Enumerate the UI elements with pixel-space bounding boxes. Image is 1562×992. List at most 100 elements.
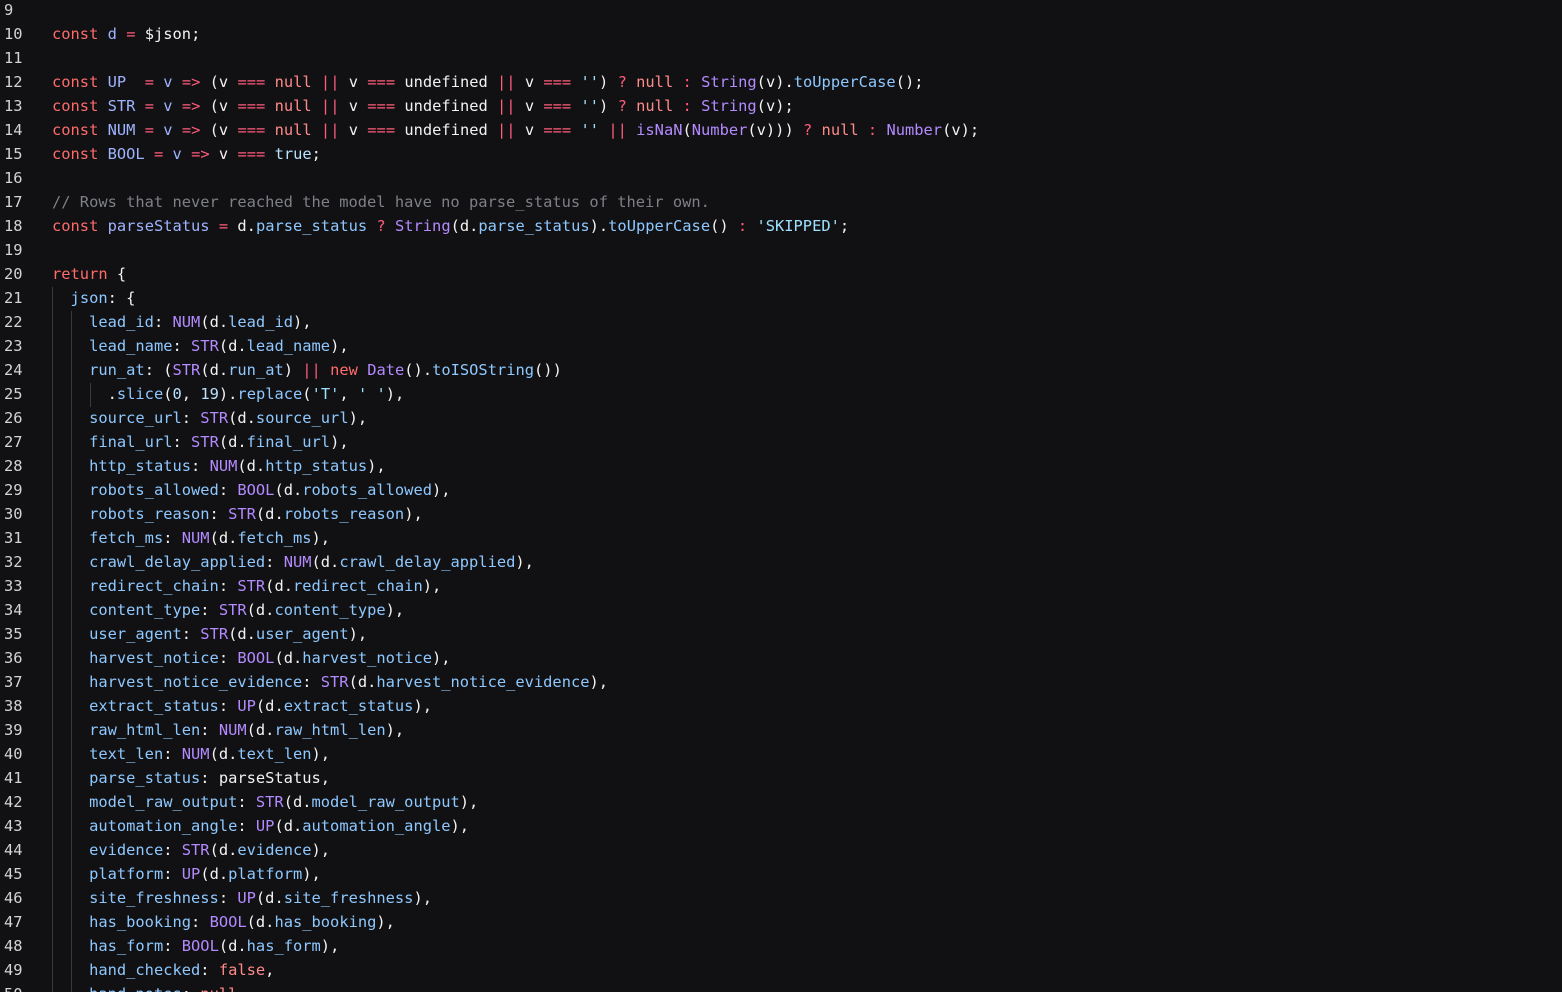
code-token: const xyxy=(52,73,99,91)
code-token: : xyxy=(237,793,256,811)
code-token: : xyxy=(682,73,692,91)
code-token: (d. xyxy=(255,889,284,907)
line-code: text_len: NUM(d.text_len), xyxy=(52,742,330,766)
code-token: : xyxy=(218,649,238,667)
line-code: hand_checked: false, xyxy=(52,958,274,982)
line-code: robots_allowed: BOOL(d.robots_allowed), xyxy=(52,478,450,502)
code-token: lead_id xyxy=(89,313,154,331)
line-code: crawl_delay_applied: NUM(d.crawl_delay_a… xyxy=(52,550,534,574)
code-token: site_freshness xyxy=(283,889,414,907)
code-token: fetch_ms xyxy=(89,529,164,547)
code-token: null xyxy=(636,73,674,91)
code-token: String xyxy=(394,217,451,235)
code-token: || xyxy=(320,97,340,115)
code-token: BOOL xyxy=(107,145,145,163)
code-token: ), xyxy=(348,625,368,643)
code-token: : xyxy=(218,889,238,907)
code-token: parse_status xyxy=(478,217,590,235)
code-token: , xyxy=(265,961,275,979)
code-token: v xyxy=(209,145,238,163)
code-token: Date xyxy=(367,361,405,379)
code-token: (v). xyxy=(756,73,794,91)
code-token: || xyxy=(497,97,516,115)
code-token: (d. xyxy=(274,649,303,667)
line-code: has_booking: BOOL(d.has_booking), xyxy=(52,910,395,934)
code-token: ), xyxy=(413,697,432,715)
line-code: redirect_chain: STR(d.redirect_chain), xyxy=(52,574,441,598)
code-token: ), xyxy=(450,817,470,835)
code-token: === xyxy=(237,73,266,91)
code-token: ), xyxy=(385,601,405,619)
code-token: : xyxy=(181,409,201,427)
code-token: (v))) xyxy=(747,121,803,139)
code-token: : xyxy=(163,937,182,955)
code-token: v xyxy=(172,145,182,163)
code-token: harvest_notice xyxy=(302,649,432,667)
code-token: v xyxy=(515,97,544,115)
code-token: ? xyxy=(802,121,813,139)
code-token: : xyxy=(237,817,256,835)
code-token: (d. xyxy=(274,817,303,835)
code-token: return xyxy=(52,265,108,283)
code-token: NUM xyxy=(283,553,312,571)
line-number: 32 xyxy=(4,553,23,571)
line-number: 34 xyxy=(4,601,23,619)
code-token: STR xyxy=(218,601,247,619)
code-token: (v); xyxy=(942,121,980,139)
code-token: = xyxy=(144,73,154,91)
code-token: UP xyxy=(255,817,275,835)
line-code: content_type: STR(d.content_type), xyxy=(52,598,404,622)
code-token: toISOString xyxy=(432,361,535,379)
code-token: raw_html_len xyxy=(274,721,386,739)
code-token: ), xyxy=(330,337,349,355)
code-token: ). xyxy=(589,217,609,235)
code-token: d xyxy=(107,25,117,43)
code-token: (d. xyxy=(209,745,238,763)
code-token: . xyxy=(52,385,117,403)
code-token: || xyxy=(320,121,340,139)
line-number: 21 xyxy=(4,289,23,307)
line-code: run_at: (STR(d.run_at) || new Date().toI… xyxy=(52,358,562,382)
code-token: hand_checked xyxy=(89,961,201,979)
code-token: ), xyxy=(459,793,479,811)
line-number: 46 xyxy=(4,889,23,907)
code-token: === xyxy=(237,145,266,163)
line-number: 27 xyxy=(4,433,23,451)
code-token: (d. xyxy=(237,457,266,475)
code-token: (d. xyxy=(246,721,275,739)
code-token: run_at xyxy=(89,361,145,379)
code-token: === xyxy=(237,97,266,115)
code-token: STR xyxy=(191,433,219,451)
code-token: lead_name xyxy=(89,337,173,355)
line-number: 10 xyxy=(4,25,23,43)
code-token: extract_status xyxy=(89,697,219,715)
code-token: BOOL xyxy=(181,937,219,955)
code-token: UP xyxy=(107,73,127,91)
code-token: ), xyxy=(293,313,312,331)
code-token: : xyxy=(191,457,210,475)
code-token: 0 xyxy=(172,385,182,403)
code-token: null xyxy=(636,97,674,115)
code-editor[interactable]: 9 10 const d = $json; 11 12 const UP = v => (… xyxy=(0,0,1562,992)
